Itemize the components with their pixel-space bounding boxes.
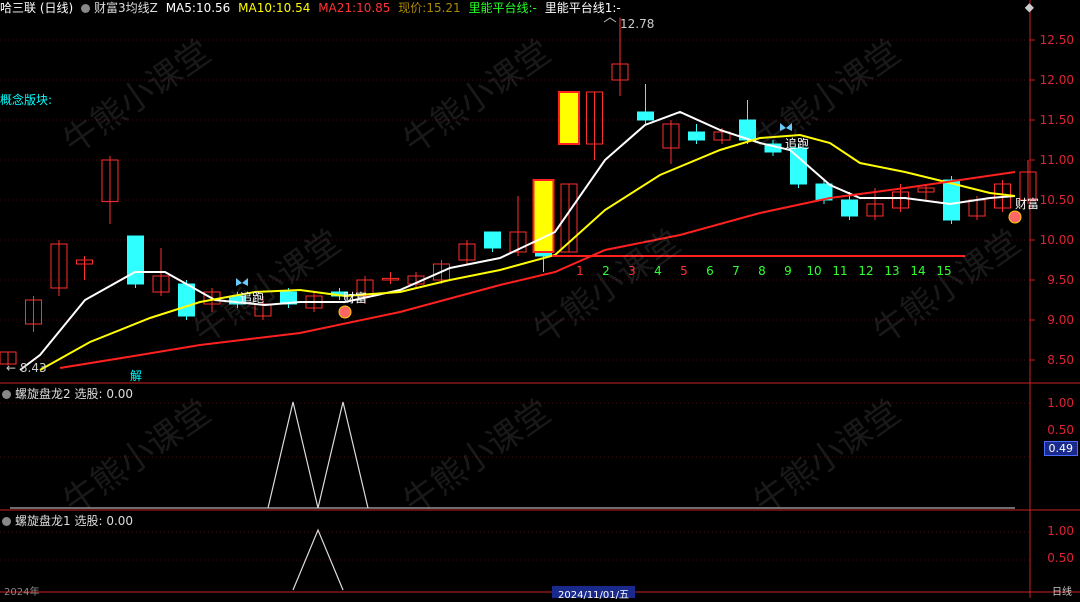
high-marker-arrow	[603, 17, 617, 23]
candle-body	[841, 199, 858, 217]
day-count-label: 5	[680, 264, 688, 278]
day-count-label: 14	[910, 264, 925, 278]
price-axis-label: 10.00	[1040, 233, 1074, 247]
price-label: 现价:	[398, 1, 427, 15]
ma10-line	[39, 133, 1016, 371]
ma21-label: MA21:	[318, 1, 357, 15]
price-axis-label: 12.50	[1040, 33, 1074, 47]
day-count-label: 4	[654, 264, 662, 278]
day-count-label: 1	[576, 264, 584, 278]
ma5-value: 10.56	[195, 1, 231, 15]
pane2-settings-icon[interactable]	[2, 390, 11, 399]
pane2-axis-mid: 0.50	[1047, 423, 1074, 437]
candle-body	[637, 111, 654, 121]
jie-label: 解	[130, 369, 142, 383]
candle-body	[688, 131, 705, 141]
butterfly-icon	[780, 123, 792, 131]
butterfly-icon	[236, 278, 248, 286]
date-cursor: 2024/11/01/五	[552, 586, 636, 601]
chart-stage[interactable]: 12.50 12.00 11.50 11.00 10.50 10.00 9.50 9.00 8.…	[0, 0, 1080, 601]
money-pot-icon	[338, 305, 352, 319]
day-count-label: 6	[706, 264, 714, 278]
date-left: 2024年	[4, 587, 40, 598]
pane3-title-bar: 螺旋盘龙1 选股: 0.00	[2, 512, 133, 529]
ma21-value: 10.85	[356, 1, 391, 15]
platform-label: 里能平台线:	[468, 1, 533, 15]
pane3-select-value: 0.00	[106, 514, 134, 528]
pane2-select-value: 0.00	[106, 387, 134, 401]
price-value: 15.21	[426, 1, 461, 15]
price-axis-label: 12.00	[1040, 73, 1074, 87]
platform1-value: -	[616, 1, 621, 15]
wealth-label-2: 财富	[1015, 196, 1039, 211]
pane3-select-label: 选股:	[74, 514, 103, 528]
ma5-label: MA5:	[165, 1, 196, 15]
day-count-label: 9	[784, 264, 792, 278]
candle-body	[484, 231, 501, 249]
day-count-label: 10	[806, 264, 821, 278]
settings-icon[interactable]	[81, 4, 91, 13]
pane3-axis-top: 1.00	[1047, 524, 1074, 538]
price-axis-label: 8.50	[1047, 353, 1074, 367]
diamond-icon[interactable]: ◆	[1025, 0, 1034, 14]
day-count-label: 2	[602, 264, 610, 278]
price-axis-label: 11.50	[1040, 113, 1074, 127]
concept-label: 概念版块:	[0, 93, 53, 107]
day-count-label: 12	[858, 264, 873, 278]
low-price-label: ← 8.43	[6, 361, 47, 375]
header-bar: 哈三联 (日线) 财富3均线Z MA5:10.56 MA10:10.54 MA2…	[0, 0, 625, 16]
chase-label-2: 追跑	[785, 136, 809, 151]
ma10-label: MA10:	[238, 1, 277, 15]
candle-body	[943, 179, 960, 221]
pane3-settings-icon[interactable]	[2, 517, 11, 526]
limit-up-candle	[558, 91, 580, 145]
day-count-label: 3	[628, 264, 636, 278]
pane3-title[interactable]: 螺旋盘龙1	[15, 514, 71, 528]
candle-body	[178, 283, 195, 317]
indicator-name[interactable]: 财富3均线Z	[94, 1, 158, 15]
day-count-label: 13	[884, 264, 899, 278]
pane2-signal-line	[267, 401, 369, 509]
period-label[interactable]: 日线	[1052, 583, 1072, 598]
kline-canvas[interactable]: 12.5012.0011.5011.0010.5010.009.509.008.…	[0, 0, 1080, 598]
money-pot-icon	[1008, 210, 1022, 224]
day-count-label: 8	[758, 264, 766, 278]
price-axis-label: 10.50	[1040, 193, 1074, 207]
pane3-axis-mid: 0.50	[1047, 551, 1074, 565]
price-axis-label: 9.50	[1047, 273, 1074, 287]
pane2-axis-top: 1.00	[1047, 396, 1074, 410]
candle-body	[127, 235, 144, 285]
price-axis-label: 9.00	[1047, 313, 1074, 327]
day-count-label: 11	[832, 264, 847, 278]
day-count-label: 7	[732, 264, 740, 278]
pane2-title[interactable]: 螺旋盘龙2	[15, 387, 71, 401]
price-axis-label: 11.00	[1040, 153, 1074, 167]
chase-label: 追跑	[240, 290, 264, 305]
stock-title[interactable]: 哈三联 (日线)	[0, 1, 73, 15]
platform1-label: 里能平台线1:	[544, 1, 617, 15]
ma10-value: 10.54	[276, 1, 311, 15]
pane2-value-badge: 0.49	[1043, 441, 1078, 456]
platform-value: -	[532, 1, 537, 15]
pane2-select-label: 选股:	[74, 387, 103, 401]
wealth-label: 财富	[343, 290, 367, 305]
pane2-title-bar: 螺旋盘龙2 选股: 0.00	[2, 385, 133, 402]
high-price-label: 12.78	[620, 17, 654, 31]
day-count-label: 15	[936, 264, 951, 278]
